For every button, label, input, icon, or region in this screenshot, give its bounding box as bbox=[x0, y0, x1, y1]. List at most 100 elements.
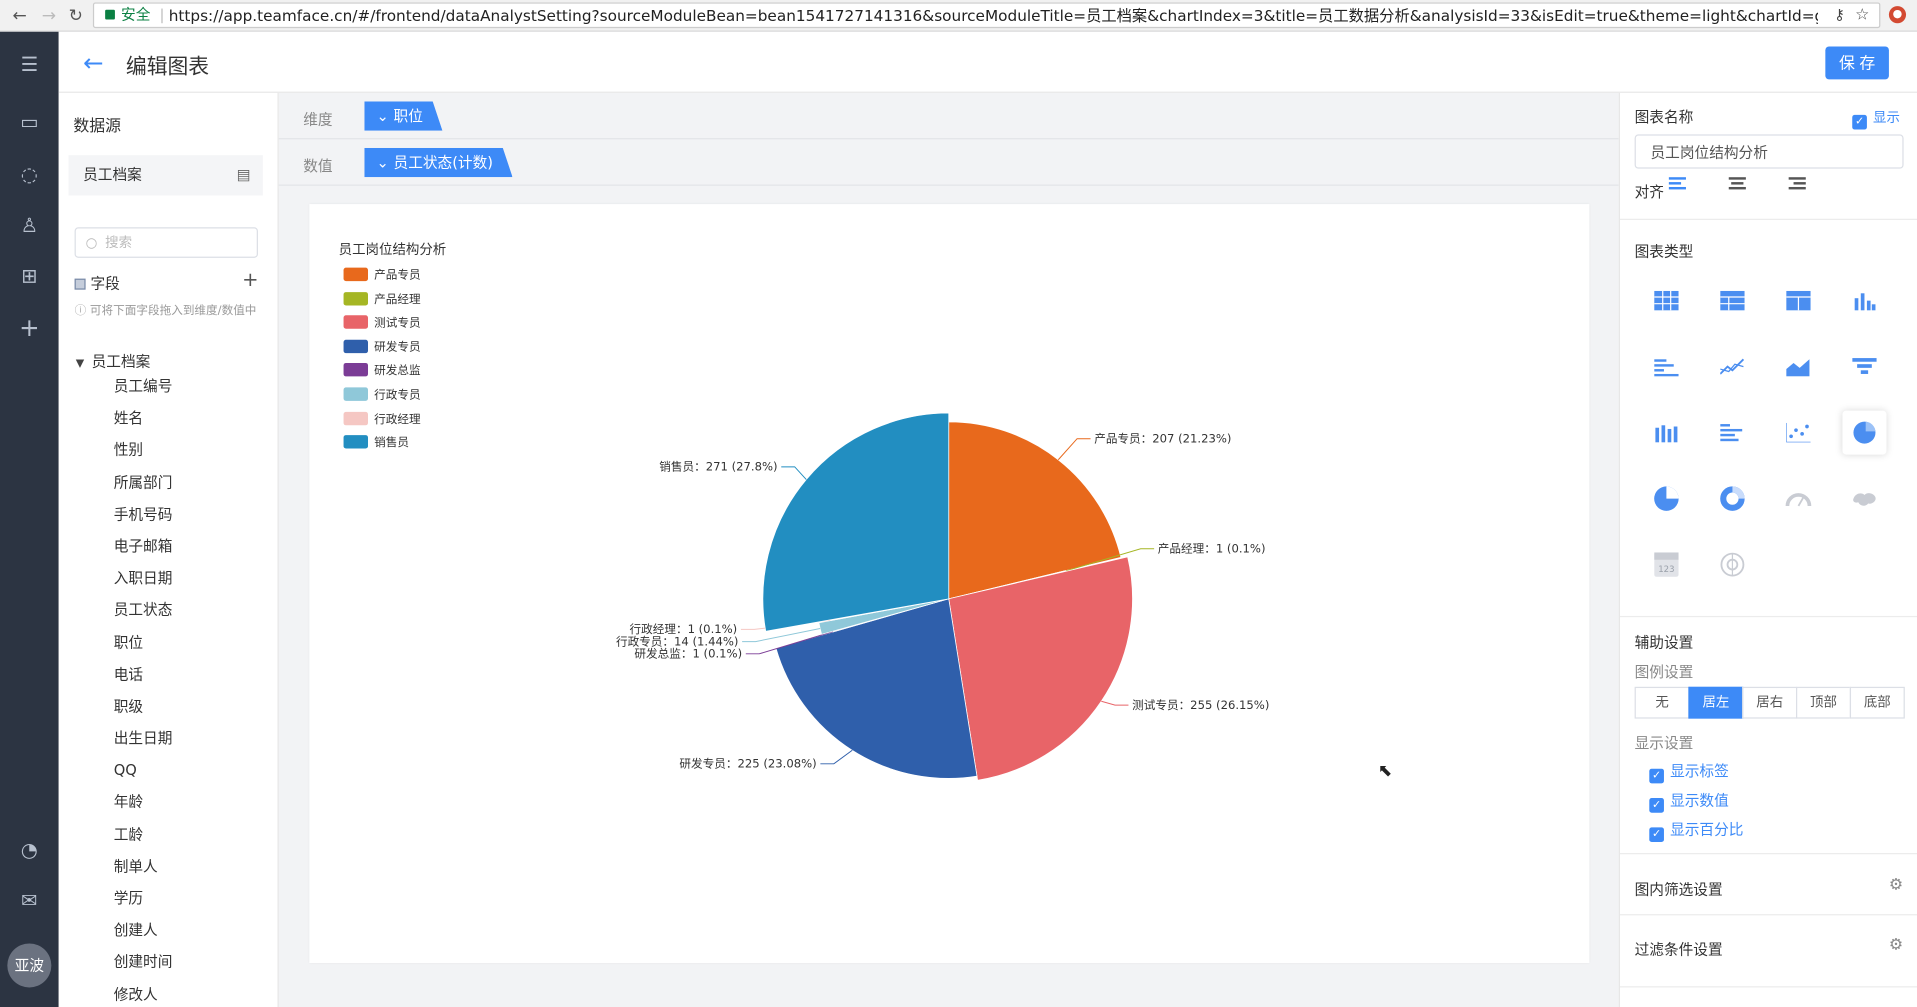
filter-settings-label[interactable]: 过滤条件设置 bbox=[1635, 939, 1723, 960]
legend-item[interactable]: 产品专员 bbox=[343, 267, 421, 292]
horizontal-bar-icon[interactable] bbox=[1644, 345, 1688, 389]
field-item[interactable]: 员工状态 bbox=[114, 598, 261, 630]
add-field-icon[interactable]: + bbox=[242, 268, 258, 291]
back-arrow-icon[interactable]: ← bbox=[83, 48, 103, 77]
map-chart-icon[interactable] bbox=[1842, 477, 1886, 521]
tree-root[interactable]: ▼ 员工档案 bbox=[76, 351, 151, 372]
funnel-chart-icon[interactable] bbox=[1842, 345, 1886, 389]
field-item[interactable]: 职位 bbox=[114, 630, 261, 662]
extension-icon[interactable]: ● bbox=[1888, 6, 1907, 24]
url-text[interactable]: https://app.teamface.cn/#/frontend/dataA… bbox=[169, 4, 1818, 27]
legend-item[interactable]: 产品经理 bbox=[343, 291, 421, 316]
kpi-number-icon[interactable]: 123 bbox=[1644, 543, 1688, 587]
fields-header: 字段 bbox=[74, 273, 120, 294]
field-item[interactable]: 性别 bbox=[114, 438, 261, 470]
module-selector[interactable]: 员工档案 ▤ bbox=[68, 155, 263, 196]
legend-item[interactable]: 研发专员 bbox=[343, 339, 421, 363]
label-leader-line bbox=[781, 466, 807, 480]
legend-item[interactable]: 测试专员 bbox=[343, 315, 421, 340]
chart-name-input[interactable] bbox=[1634, 134, 1904, 169]
show-title-checkbox[interactable]: ✓ 显示 bbox=[1852, 108, 1900, 130]
menu-icon[interactable]: ☰ bbox=[16, 51, 43, 78]
switch-module-icon[interactable]: ▤ bbox=[237, 155, 251, 195]
show-percent-checkbox[interactable]: ✓ 显示百分比 bbox=[1649, 819, 1743, 843]
dimension-chip[interactable]: ⌄ 职位 bbox=[364, 101, 442, 130]
gear-icon[interactable]: ⚙ bbox=[1889, 936, 1903, 954]
legend-left-button[interactable]: 居左 bbox=[1688, 686, 1744, 719]
back-icon[interactable]: ← bbox=[7, 4, 31, 28]
field-item[interactable]: 员工编号 bbox=[114, 374, 261, 406]
show-value-checkbox[interactable]: ✓ 显示数值 bbox=[1649, 789, 1729, 813]
align-right-icon[interactable] bbox=[1788, 177, 1811, 194]
pie-chart-icon[interactable] bbox=[1842, 410, 1887, 455]
legend-right-button[interactable]: 居右 bbox=[1742, 686, 1798, 719]
apps-icon[interactable]: ⊞ bbox=[16, 263, 43, 290]
chat-icon[interactable]: ◌ bbox=[16, 161, 43, 188]
legend-label: 研发专员 bbox=[374, 340, 421, 355]
align-left-icon[interactable] bbox=[1668, 177, 1691, 194]
contacts-icon[interactable]: ♙ bbox=[16, 213, 43, 240]
field-item[interactable]: 修改人 bbox=[114, 982, 261, 1007]
key-icon[interactable]: ⚷ bbox=[1834, 4, 1845, 27]
pie-outline-icon[interactable] bbox=[1644, 477, 1688, 521]
align-center-icon[interactable] bbox=[1728, 177, 1751, 194]
mouse-cursor-icon: ⬉ bbox=[1377, 761, 1393, 781]
measure-chip[interactable]: ⌄ 员工状态(计数) bbox=[364, 148, 512, 177]
legend-item[interactable]: 行政经理 bbox=[343, 411, 421, 435]
legend-item[interactable]: 行政专员 bbox=[343, 387, 421, 411]
line-chart-icon[interactable] bbox=[1710, 345, 1754, 389]
field-item[interactable]: 制单人 bbox=[114, 854, 261, 886]
area-chart-icon[interactable] bbox=[1776, 345, 1820, 389]
field-item[interactable]: 所属部门 bbox=[114, 470, 261, 502]
dashboard-icon[interactable]: ▭ bbox=[16, 109, 43, 136]
donut-chart-icon[interactable] bbox=[1710, 477, 1754, 521]
bar-chart-icon[interactable] bbox=[1842, 279, 1886, 323]
pivot-table-icon[interactable] bbox=[1776, 279, 1820, 323]
field-item[interactable]: 手机号码 bbox=[114, 502, 261, 534]
address-bar[interactable]: 安全 https://app.teamface.cn/#/frontend/da… bbox=[92, 2, 1881, 29]
reload-icon[interactable]: ↻ bbox=[64, 4, 88, 28]
forward-icon[interactable]: → bbox=[37, 4, 61, 28]
summary-table-icon[interactable] bbox=[1710, 279, 1754, 323]
inner-filter-label[interactable]: 图内筛选设置 bbox=[1635, 879, 1723, 900]
datasource-panel: 数据源 员工档案 ▤ ○ 搜索 字段 + ⓘ 可将下面字段拖入到维度/数值中 ▼… bbox=[58, 92, 279, 1007]
field-item[interactable]: 电话 bbox=[114, 662, 261, 694]
pie-slice[interactable] bbox=[775, 598, 978, 779]
field-item[interactable]: 创建时间 bbox=[114, 950, 261, 982]
radar-chart-icon[interactable] bbox=[1710, 543, 1754, 587]
field-item[interactable]: 职级 bbox=[114, 694, 261, 726]
show-label-checkbox[interactable]: ✓ 显示标签 bbox=[1649, 760, 1729, 784]
field-item[interactable]: 年龄 bbox=[114, 790, 261, 822]
legend-item[interactable]: 销售员 bbox=[343, 435, 421, 459]
caret-down-icon[interactable]: ▼ bbox=[76, 358, 84, 370]
pie-chart[interactable]: 产品专员：207 (21.23%) 产品经理：1 (0.1%) 测试专员：255 (… bbox=[309, 204, 1589, 963]
pie-data-label: 销售员：271 (27.8%) bbox=[659, 460, 777, 474]
field-item[interactable]: 学历 bbox=[114, 886, 261, 918]
field-item[interactable]: 创建人 bbox=[114, 918, 261, 950]
avatar[interactable]: 亚波 bbox=[7, 943, 52, 988]
analytics-icon[interactable]: ◔ bbox=[16, 837, 43, 864]
mail-icon[interactable]: ✉ bbox=[16, 887, 43, 914]
stacked-hbar-icon[interactable] bbox=[1710, 411, 1754, 455]
field-item[interactable]: 出生日期 bbox=[114, 726, 261, 758]
field-item[interactable]: QQ bbox=[114, 758, 261, 790]
field-item[interactable]: 姓名 bbox=[114, 406, 261, 438]
field-item[interactable]: 电子邮箱 bbox=[114, 534, 261, 566]
gear-icon[interactable]: ⚙ bbox=[1889, 876, 1903, 894]
scatter-chart-icon[interactable] bbox=[1776, 411, 1820, 455]
field-item[interactable]: 入职日期 bbox=[114, 566, 261, 598]
legend-none-button[interactable]: 无 bbox=[1634, 686, 1690, 719]
star-icon[interactable]: ☆ bbox=[1855, 4, 1869, 27]
legend-top-button[interactable]: 顶部 bbox=[1795, 686, 1852, 719]
legend-bottom-button[interactable]: 底部 bbox=[1849, 686, 1905, 719]
pie-data-label: 研发总监：1 (0.1%) bbox=[634, 646, 742, 660]
field-search-input[interactable]: ○ 搜索 bbox=[74, 227, 258, 258]
add-icon[interactable]: + bbox=[16, 314, 43, 341]
stacked-bar-icon[interactable] bbox=[1644, 411, 1688, 455]
save-button[interactable]: 保 存 bbox=[1825, 46, 1889, 80]
gauge-chart-icon[interactable] bbox=[1776, 477, 1820, 521]
field-item[interactable]: 工龄 bbox=[114, 822, 261, 854]
legend-item[interactable]: 研发总监 bbox=[343, 363, 421, 387]
table-chart-icon[interactable] bbox=[1644, 279, 1688, 323]
pie-slice[interactable] bbox=[762, 412, 950, 632]
